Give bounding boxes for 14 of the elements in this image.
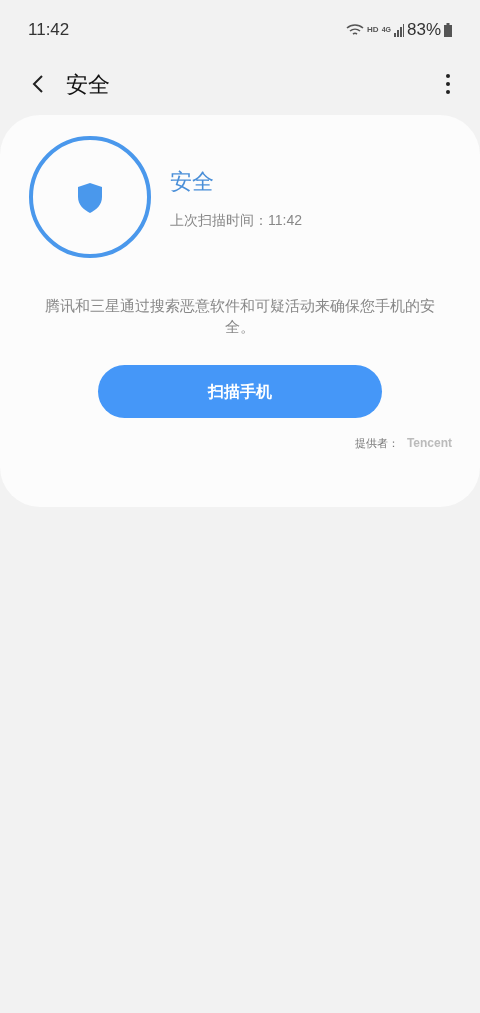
status-title: 安全	[170, 168, 215, 196]
network-label: HD	[367, 24, 379, 36]
wifi-icon	[346, 23, 365, 37]
description-text: 腾讯和三星通过搜索恶意软件和可疑活动来确保您手机的安全。	[44, 296, 436, 337]
shield-status-icon	[28, 135, 152, 259]
battery-icon	[444, 23, 452, 37]
page-title: 安全	[66, 70, 110, 99]
status-time: 11:42	[28, 19, 70, 42]
last-scan-time: 上次扫描时间：11:42	[170, 211, 302, 230]
provider-label: 提供者：	[354, 435, 399, 451]
battery-percent: 83%	[406, 19, 441, 42]
scan-phone-button[interactable]: 扫描手机	[98, 365, 382, 418]
signal-icon	[393, 23, 404, 37]
provider-name: Tencent	[406, 435, 452, 452]
